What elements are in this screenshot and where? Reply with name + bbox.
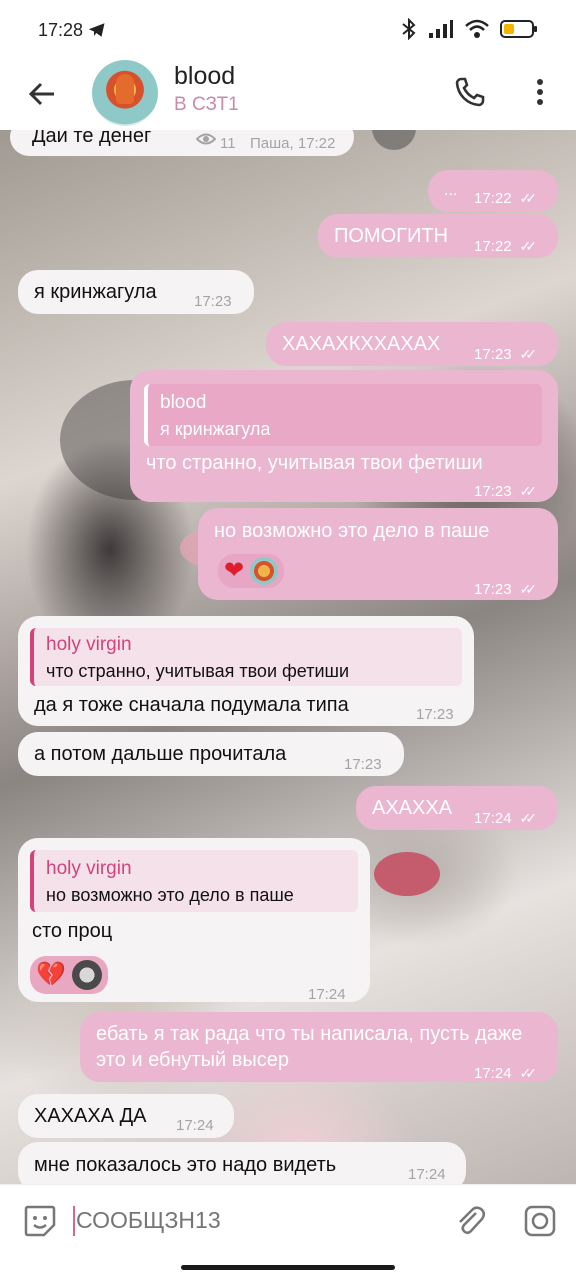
broken-heart-emoji-icon: 💔 bbox=[36, 961, 66, 988]
message-input[interactable] bbox=[76, 1207, 436, 1234]
message-composer bbox=[0, 1184, 576, 1256]
status-time: 17:28 bbox=[38, 20, 84, 40]
message-bubble[interactable]: ... 17:22 ✓✓ bbox=[428, 170, 558, 212]
reaction-chip[interactable]: ❤ bbox=[218, 554, 285, 588]
message-time: 17:24 ✓✓ bbox=[474, 810, 538, 827]
message-time: 17:23 ✓✓ bbox=[474, 346, 538, 363]
message-time: 17:24 bbox=[408, 1166, 446, 1183]
double-check-icon: ✓✓ bbox=[519, 810, 538, 826]
message-time: 17:24 bbox=[308, 986, 346, 1003]
message-time: 17:23 ✓✓ bbox=[474, 483, 538, 500]
wallpaper-nose bbox=[374, 852, 440, 896]
message-text: а потом дальше прочитала bbox=[34, 743, 287, 765]
message-text: мне показалось это надо видеть bbox=[34, 1154, 337, 1176]
reaction-chip[interactable]: 💔 bbox=[30, 956, 108, 994]
message-text: да я тоже сначала подумала типа bbox=[34, 694, 349, 716]
message-text: но возможно это дело в паше bbox=[214, 520, 490, 542]
reply-text: я кринжагула bbox=[160, 419, 271, 439]
message-bubble[interactable]: holy virgin но возможно это дело в паше … bbox=[18, 838, 370, 1003]
message-text: ПОМОГИТН bbox=[334, 225, 449, 247]
paperclip-icon[interactable] bbox=[452, 1203, 488, 1239]
reply-quote[interactable]: holy virgin но возможно это дело в паше bbox=[30, 850, 358, 912]
views-icon bbox=[196, 133, 216, 145]
navigation-bar bbox=[0, 1256, 576, 1280]
reply-text: что странно, учитывая твои фетиши bbox=[46, 661, 350, 681]
message-time: 17:23 bbox=[344, 756, 382, 773]
message-text: ... bbox=[444, 182, 458, 199]
message-time: 17:24 ✓✓ bbox=[474, 1065, 538, 1082]
double-check-icon: ✓✓ bbox=[519, 1065, 538, 1081]
reply-quote[interactable]: holy virgin что странно, учитывая твои ф… bbox=[30, 628, 462, 686]
message-bubble[interactable]: а потом дальше прочитала 17:23 bbox=[18, 732, 404, 776]
status-bar: 17:28 bbox=[0, 0, 576, 58]
double-check-icon: ✓✓ bbox=[519, 483, 538, 499]
battery-icon bbox=[500, 20, 537, 38]
message-bubble[interactable]: но возможно это дело в паше ❤ 17:23 ✓✓ bbox=[198, 508, 558, 600]
home-indicator[interactable] bbox=[181, 1265, 395, 1270]
chat-title[interactable]: blood bbox=[174, 62, 235, 91]
reply-author: blood bbox=[160, 392, 207, 413]
camera-icon[interactable] bbox=[522, 1203, 558, 1239]
message-time: 17:24 bbox=[176, 1117, 214, 1134]
wifi-icon bbox=[465, 19, 489, 38]
more-vert-icon[interactable] bbox=[526, 74, 554, 110]
message-text: АХАХХА bbox=[372, 797, 453, 819]
message-bubble[interactable]: ХАХАХКХХАХАХ 17:23 ✓✓ bbox=[266, 322, 558, 366]
message-bubble[interactable]: Дай те денег 11 Паша, 17:22 bbox=[10, 130, 354, 156]
reaction-avatar bbox=[250, 557, 279, 585]
message-bubble[interactable]: АХАХХА 17:24 ✓✓ bbox=[356, 786, 558, 830]
signal-icon bbox=[429, 20, 453, 38]
reply-quote[interactable]: blood я кринжагула bbox=[144, 384, 542, 446]
text-cursor bbox=[73, 1206, 75, 1236]
double-check-icon: ✓✓ bbox=[519, 581, 538, 597]
message-time: 17:22 ✓✓ bbox=[474, 190, 538, 207]
double-check-icon: ✓✓ bbox=[519, 346, 538, 362]
forward-button[interactable] bbox=[372, 130, 416, 150]
reaction-avatar bbox=[71, 960, 102, 990]
message-text: я кринжагула bbox=[34, 281, 157, 303]
message-bubble[interactable]: holy virgin что странно, учитывая твои ф… bbox=[18, 616, 474, 726]
sticker-icon[interactable] bbox=[22, 1203, 58, 1239]
reply-author: holy virgin bbox=[46, 634, 132, 655]
message-time: 17:23 bbox=[416, 706, 454, 723]
message-text: ХАХАХКХХАХАХ bbox=[282, 333, 441, 355]
reply-author: holy virgin bbox=[46, 858, 132, 879]
message-text: Дай те денег bbox=[32, 130, 152, 147]
chat-area[interactable]: Дай те денег 11 Паша, 17:22 ... 17:22 ✓✓ … bbox=[0, 130, 576, 1184]
reply-text: но возможно это дело в паше bbox=[46, 885, 294, 905]
chat-header: blood В СЗТ1 bbox=[0, 58, 576, 130]
message-time: 17:23 bbox=[194, 293, 232, 310]
back-arrow-icon[interactable] bbox=[24, 76, 60, 112]
message-bubble[interactable]: blood я кринжагула что странно, учитывая… bbox=[130, 370, 558, 502]
message-bubble[interactable]: ХАХАХА ДА 17:24 bbox=[18, 1094, 234, 1138]
message-bubble[interactable]: ПОМОГИТН 17:22 ✓✓ bbox=[318, 214, 558, 258]
message-bubble[interactable]: я кринжагула 17:23 bbox=[18, 270, 254, 314]
message-text: ХАХАХА ДА bbox=[34, 1105, 147, 1127]
telegram-icon bbox=[88, 23, 105, 37]
message-author-time: Паша, 17:22 bbox=[250, 135, 336, 152]
message-text: что странно, учитывая твои фетиши bbox=[146, 452, 483, 474]
heart-emoji-icon: ❤ bbox=[224, 557, 245, 584]
bluetooth-icon bbox=[402, 18, 416, 40]
message-time: 17:22 ✓✓ bbox=[474, 238, 538, 255]
chat-avatar[interactable] bbox=[92, 60, 158, 126]
message-text: сто проц bbox=[32, 920, 113, 942]
message-bubble[interactable]: мне показалось это надо видеть 17:24 bbox=[18, 1142, 466, 1184]
double-check-icon: ✓✓ bbox=[519, 238, 538, 254]
message-time: 17:23 ✓✓ bbox=[474, 581, 538, 598]
phone-icon[interactable] bbox=[452, 74, 488, 110]
message-bubble[interactable]: ебать я так рада что ты написала, пусть … bbox=[80, 1012, 558, 1082]
view-count: 11 bbox=[220, 135, 236, 152]
double-check-icon: ✓✓ bbox=[519, 190, 538, 206]
chat-subtitle: В СЗТ1 bbox=[174, 94, 239, 115]
